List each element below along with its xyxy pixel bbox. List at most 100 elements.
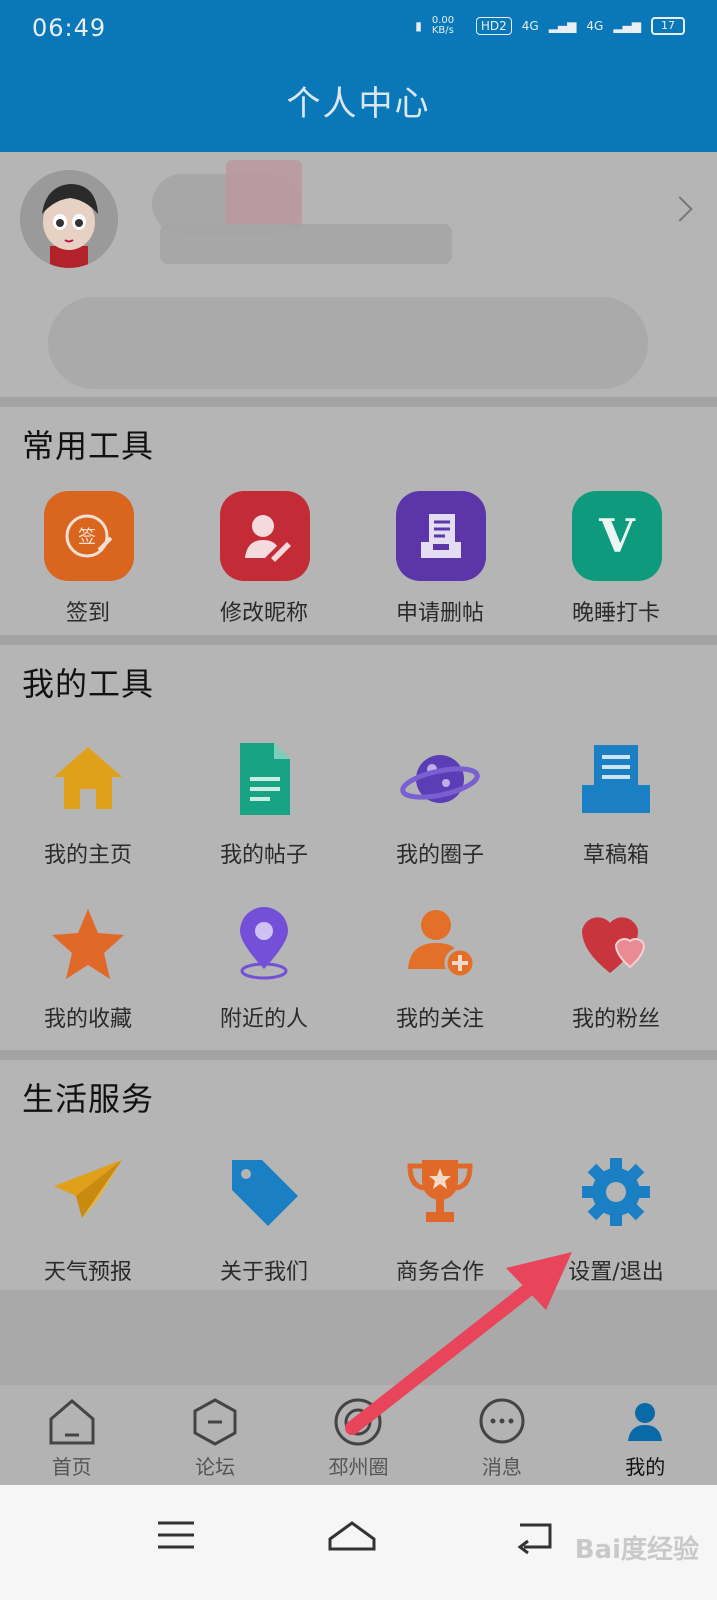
tool-sign-in[interactable]: 签 签到: [0, 491, 176, 631]
signal-4g-1: 4G: [521, 19, 539, 33]
v-icon: V: [572, 491, 662, 581]
tool-my-follows[interactable]: 我的关注: [352, 903, 528, 1033]
back-icon[interactable]: [506, 1505, 566, 1565]
tool-label: 晚睡打卡: [571, 601, 660, 626]
battery-indicator: 17: [651, 17, 685, 35]
tool-label: 我的帖子: [219, 843, 308, 868]
location-icon: [240, 907, 288, 980]
avatar[interactable]: [20, 170, 118, 268]
tab-label: 我的: [625, 1455, 666, 1479]
paper-plane-icon: [54, 1160, 122, 1218]
edit-nickname-icon: [220, 491, 310, 581]
tool-label: 申请删帖: [395, 601, 484, 626]
heart-icon: [582, 917, 646, 973]
tool-label: 签到: [65, 601, 110, 626]
status-bar: 06:49 ▮ 0.00 KB/s HD2 4G ▂▄▆ 4G ▂▄▆ 17: [0, 0, 717, 56]
tab-label: 论坛: [195, 1455, 236, 1479]
status-icons: ▮ 0.00 KB/s HD2 4G ▂▄▆ 4G ▂▄▆ 17: [415, 16, 685, 36]
forum-tab-icon: [193, 1398, 237, 1446]
circle-tab-icon: [334, 1398, 382, 1446]
home-icon: [54, 747, 122, 809]
my-tools-section: 我的工具 我的主页 我的帖子 我的圈子 草稿箱 我的收藏 附近的人 我的关注 我…: [0, 645, 717, 1050]
profile-tab-icon: [628, 1403, 663, 1441]
message-tab-icon: [479, 1398, 525, 1444]
tool-label: 商务合作: [395, 1260, 484, 1285]
signal-bars-icon-2: ▂▄▆: [613, 19, 641, 33]
tag-icon: [232, 1160, 298, 1226]
menu-icon[interactable]: [146, 1505, 206, 1565]
tab-label: 消息: [481, 1455, 522, 1479]
life-services-grid: 天气预报 关于我们 商务合作 设置/退出: [0, 1152, 717, 1285]
tab-messages[interactable]: 消息: [430, 1385, 573, 1485]
service-about-us[interactable]: 关于我们: [176, 1152, 352, 1285]
tool-late-checkin[interactable]: V 晚睡打卡: [528, 491, 704, 631]
life-services-section: 生活服务 天气预报 关于我们 商务合作 设置/退出: [0, 1060, 717, 1290]
tool-label: 我的收藏: [43, 1007, 132, 1032]
follow-icon: [408, 910, 476, 979]
profile-card[interactable]: [0, 152, 717, 407]
tool-label: 我的圈子: [395, 843, 484, 868]
delete-post-icon: [396, 491, 486, 581]
tool-label: 关于我们: [219, 1260, 308, 1285]
home-nav-icon[interactable]: [322, 1505, 382, 1565]
home-tab-icon: [49, 1399, 95, 1445]
tool-delete-post[interactable]: 申请删帖: [352, 491, 528, 631]
tool-my-posts[interactable]: 我的帖子: [176, 739, 352, 869]
common-tools-grid: 签 签到 修改昵称 申请删帖 V 晚睡打卡: [0, 491, 717, 631]
blurred-username-accent: [226, 160, 302, 230]
tab-label: 邳州圈: [328, 1455, 389, 1479]
tab-mine[interactable]: 我的: [574, 1385, 717, 1485]
signal-4g-2: 4G: [586, 19, 604, 33]
tool-label: 附近的人: [219, 1007, 308, 1032]
blurred-stats: [48, 297, 648, 389]
tool-my-homepage[interactable]: 我的主页: [0, 739, 176, 869]
tab-home[interactable]: 首页: [0, 1385, 143, 1485]
tool-my-circles[interactable]: 我的圈子: [352, 739, 528, 869]
bottom-tab-bar: 首页 论坛 邳州圈 消息 我的: [0, 1385, 717, 1485]
my-tools-grid-row1: 我的主页 我的帖子 我的圈子 草稿箱: [0, 739, 717, 869]
tool-label: 我的关注: [395, 1007, 484, 1032]
status-time: 06:49: [32, 14, 107, 42]
tool-drafts[interactable]: 草稿箱: [528, 739, 704, 869]
service-weather[interactable]: 天气预报: [0, 1152, 176, 1285]
tab-forum[interactable]: 论坛: [143, 1385, 286, 1485]
gear-icon: [582, 1158, 650, 1226]
svg-text:签: 签: [78, 527, 96, 548]
drafts-icon: [582, 745, 650, 813]
tab-label: 首页: [51, 1455, 92, 1479]
tool-my-fans[interactable]: 我的粉丝: [528, 903, 704, 1033]
tab-circle[interactable]: 邳州圈: [287, 1385, 430, 1485]
tool-nearby-people[interactable]: 附近的人: [176, 903, 352, 1033]
document-icon: [240, 743, 290, 815]
sign-in-icon: 签: [44, 491, 134, 581]
section-divider: [0, 635, 717, 645]
chevron-right-icon[interactable]: [667, 196, 693, 222]
tool-label: 设置/退出: [568, 1260, 664, 1285]
vibrate-icon: ▮: [415, 19, 422, 33]
svg-text:V: V: [598, 509, 636, 563]
my-tools-grid-row2: 我的收藏 附近的人 我的关注 我的粉丝: [0, 903, 717, 1033]
tool-label: 修改昵称: [219, 601, 308, 626]
watermark: Bai度经验: [574, 1535, 699, 1565]
tool-label: 我的主页: [43, 843, 132, 868]
tool-label: 我的粉丝: [571, 1007, 660, 1032]
common-tools-section: 常用工具 签 签到 修改昵称 申请删帖 V 晚睡打卡: [0, 407, 717, 635]
tool-my-favorites[interactable]: 我的收藏: [0, 903, 176, 1033]
section-title-life: 生活服务: [22, 1080, 155, 1118]
service-business[interactable]: 商务合作: [352, 1152, 528, 1285]
tool-edit-nickname[interactable]: 修改昵称: [176, 491, 352, 631]
service-settings-logout[interactable]: 设置/退出: [528, 1152, 704, 1285]
page-title: 个人中心: [286, 84, 431, 124]
signal-bars-icon: ▂▄▆: [548, 19, 577, 33]
tool-label: 草稿箱: [582, 843, 649, 868]
trophy-icon: [407, 1160, 473, 1222]
section-divider: [0, 397, 717, 407]
hd-badge: HD2: [475, 17, 512, 35]
star-icon: [52, 909, 124, 979]
section-title-mine: 我的工具: [22, 665, 155, 703]
section-title-common: 常用工具: [22, 427, 155, 465]
empty-area: [0, 1290, 717, 1385]
tool-label: 天气预报: [43, 1260, 132, 1285]
planet-icon: [400, 755, 480, 803]
net-speed: 0.00 KB/s: [431, 15, 455, 36]
